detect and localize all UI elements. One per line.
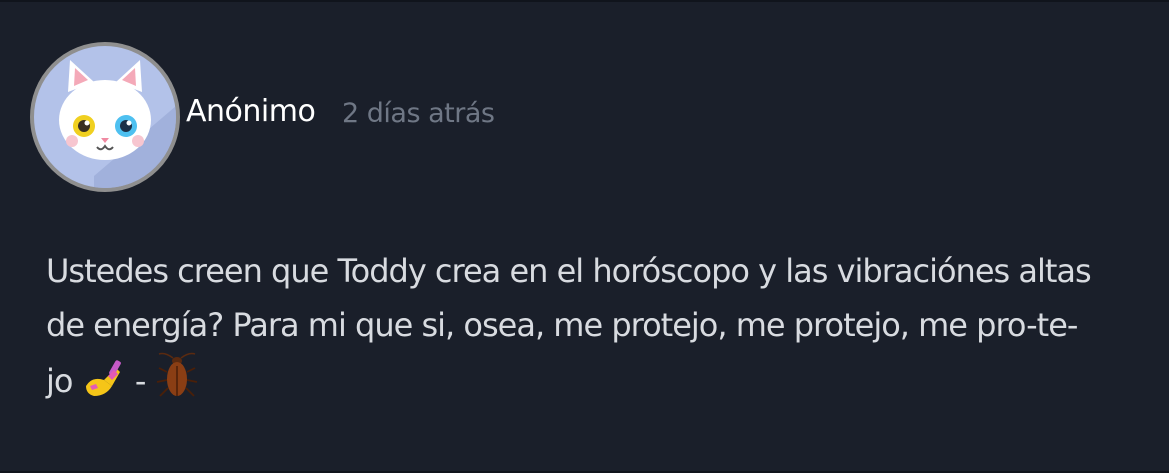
timestamp: 2 días atrás	[342, 98, 495, 129]
body-line: Ustedes creen que Toddy crea en el horós…	[46, 252, 1092, 290]
white-cat-icon	[59, 60, 176, 188]
nail-polish-emoji	[82, 356, 126, 416]
comment-body: Ustedes creen que Toddy crea en el horós…	[46, 244, 1136, 416]
body-line: jo -	[46, 352, 1136, 416]
body-line-text: jo	[46, 362, 73, 400]
author-name[interactable]: Anónimo	[186, 94, 316, 129]
body-line: de energía? Para mi que si, osea, me pro…	[46, 306, 1078, 344]
cockroach-emoji	[155, 352, 199, 416]
comment-card: Anónimo 2 días atrás Ustedes creen que T…	[0, 0, 1169, 473]
avatar[interactable]	[30, 42, 180, 192]
dash-text: -	[134, 362, 147, 400]
